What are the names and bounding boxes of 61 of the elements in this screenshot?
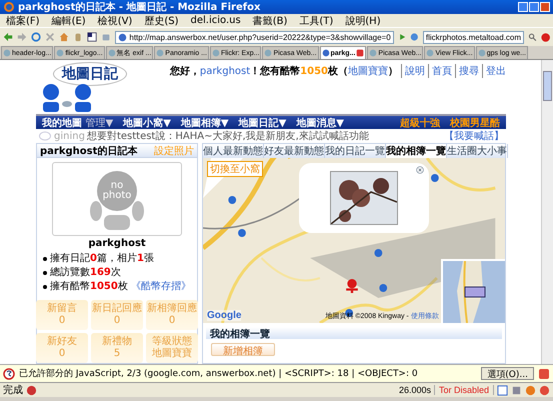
bookmark-icon[interactable] (87, 30, 98, 44)
menu-item[interactable]: 編輯(E) (52, 14, 86, 28)
top-link[interactable]: 首頁 (428, 64, 452, 78)
options-button[interactable]: 選項(O)... (481, 367, 534, 380)
top-link[interactable]: 搜尋 (455, 64, 479, 78)
shout-message: 想要對testtest說：HAHA~大家好,我是新朋友,來試試喊話功能 (86, 130, 369, 143)
window-title: parkghost的日記本 - 地圖日記 - Mozilla Firefox (18, 0, 260, 14)
back-icon[interactable] (3, 30, 14, 44)
bullet-icon (43, 285, 47, 289)
nav-menu-item[interactable]: 地圖相簿▼ (180, 116, 229, 130)
search-icon[interactable] (528, 31, 537, 43)
close-button[interactable] (540, 2, 550, 12)
bullet-icon (43, 257, 47, 261)
top-link[interactable]: 登出 (482, 64, 506, 78)
address-field[interactable]: http://map.answerbox.net/user.php?userid=20222&type=3&showvillage=0 (115, 30, 394, 44)
site-logo[interactable]: 地圖日記 (53, 62, 127, 86)
tor-status[interactable]: Tor Disabled (434, 385, 494, 395)
close-icon[interactable] (538, 368, 550, 380)
tab-close-icon[interactable] (356, 49, 364, 57)
greeting-link[interactable]: 地圖寶寶 (348, 66, 388, 77)
menu-item[interactable]: 書籤(B) (252, 14, 288, 28)
home-icon[interactable] (59, 30, 70, 44)
placeholder-text: no photo (102, 181, 132, 201)
section-header: 我的相簿一覽 (206, 327, 502, 339)
forward-icon[interactable] (17, 30, 28, 44)
nav-menu-item[interactable]: 我的地圖 管理▼ (42, 116, 114, 130)
go-icon[interactable] (398, 31, 406, 43)
greeting-text: 您好，parkghost！您有酷幣1050枚（地圖寶寶） (170, 64, 398, 78)
nav-link[interactable]: 超級十強 (400, 116, 440, 130)
top-link[interactable]: 說明 (401, 64, 425, 78)
notification-text: 已允許部分的 JavaScript, 2/3 (google.com, answerbox.net) | <SCRIPT>: 18 | <OBJECT>: 0 (19, 368, 418, 380)
user-name: parkghost (88, 238, 146, 249)
status-text: 完成 (3, 384, 23, 397)
speech-bubble-icon (38, 130, 52, 142)
menu-item[interactable]: 說明(H) (345, 14, 381, 28)
coin-book-link[interactable]: 《酷幣存摺》 (131, 281, 192, 292)
menu-item[interactable]: 檢視(V) (98, 14, 132, 28)
menu-item[interactable]: 歷史(S) (144, 14, 178, 28)
nav-menu-item[interactable]: 地圖消息▼ (296, 116, 344, 130)
adblock-icon[interactable] (540, 30, 550, 44)
panel-title: parkghost的日記本 (40, 144, 138, 158)
minimize-button[interactable] (518, 2, 528, 12)
reload-icon[interactable] (31, 30, 42, 44)
menu-item[interactable]: del.icio.us (190, 15, 241, 26)
stat-line: 擁有日記0篇，相片1張 (50, 252, 154, 266)
stop-icon[interactable] (45, 30, 56, 44)
feed-tab[interactable]: 我的相簿一覽 (386, 144, 447, 158)
load-time: 26.000s (398, 385, 431, 395)
menu-item[interactable]: 檔案(F) (6, 14, 40, 28)
shout-link[interactable]: 【我要喊話】 (444, 129, 504, 143)
scrollbar[interactable] (541, 60, 553, 364)
bullet-icon (43, 271, 47, 275)
search-field[interactable]: flickrphotos.metaltoad.com (422, 30, 524, 44)
stat-line: 擁有酷幣1050枚 《酷幣存摺》 (50, 280, 192, 294)
maximize-button[interactable] (529, 2, 539, 12)
nav-menu-item[interactable]: 地圖小窩▼ (123, 116, 171, 130)
stat-line: 總訪覽數169次 (50, 266, 121, 280)
menu-item[interactable]: 工具(T) (299, 14, 334, 28)
nav-link[interactable]: 校園男星酷 (450, 116, 500, 130)
nav-menu-item[interactable]: 地圖日記▼ (238, 116, 286, 130)
greeting-link[interactable]: parkghost (200, 66, 250, 77)
